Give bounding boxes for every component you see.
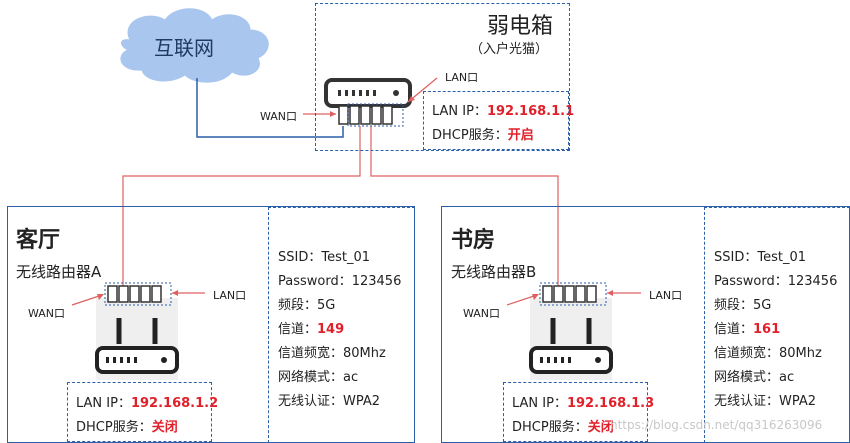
room-a-width: 信道频宽：80Mhz [278, 346, 386, 361]
room-a-mode: 网络模式：ac [278, 370, 359, 385]
room-b-ssid: SSID：Test_01 [714, 250, 806, 265]
modem-lan-ip-label: LAN IP： [432, 104, 487, 119]
router-b-dhcp-label: DHCP服务： [512, 420, 588, 435]
modem-wan-label: WAN口 [260, 110, 298, 123]
room-b-mode: 网络模式：ac [714, 370, 795, 385]
room-a-password: Password：123456 [278, 274, 402, 289]
room-a-channel: 信道：149 [278, 318, 344, 337]
modem-lan-ip: LAN IP：192.168.1.1 [432, 100, 574, 119]
room-b-title: 书房 [451, 228, 496, 253]
room-b-auth: 无线认证：WPA2 [714, 394, 817, 409]
router-b-lan-label: LAN口 [649, 289, 683, 302]
router-b-dhcp: DHCP服务：关闭 [512, 416, 614, 435]
router-b-lan-ip: LAN IP：192.168.1.3 [512, 392, 654, 411]
router-b-label: 无线路由器B [451, 263, 537, 281]
room-a-channel-label: 信道： [278, 322, 318, 337]
router-b-wan-label: WAN口 [463, 307, 501, 320]
room-a-channel-value: 149 [317, 322, 345, 337]
room-b-channel: 信道：161 [714, 318, 780, 337]
router-a-wan-label: WAN口 [28, 307, 66, 320]
room-a-title: 客厅 [16, 228, 61, 253]
room-b-channel-value: 161 [753, 322, 781, 337]
closet-title: 弱电箱 [487, 14, 554, 39]
room-b-width: 信道频宽：80Mhz [714, 346, 822, 361]
modem-dhcp-value: 开启 [507, 128, 534, 143]
modem-dhcp-label: DHCP服务： [432, 128, 508, 143]
router-a-dhcp-value: 关闭 [151, 420, 178, 435]
modem-lan-label: LAN口 [445, 71, 479, 84]
router-a-lan-ip: LAN IP：192.168.1.2 [76, 392, 218, 411]
router-a-lan-ip-value: 192.168.1.2 [130, 396, 219, 411]
room-a-ssid: SSID：Test_01 [278, 250, 370, 265]
room-b-channel-label: 信道： [714, 322, 754, 337]
router-a-dhcp: DHCP服务：关闭 [76, 416, 178, 435]
modem-dhcp: DHCP服务：开启 [432, 124, 534, 143]
router-a-lan-ip-label: LAN IP： [76, 396, 131, 411]
router-b-lan-ip-label: LAN IP： [512, 396, 567, 411]
room-a-band: 频段：5G [278, 298, 336, 313]
watermark: https://blog.csdn.net/qq316263096 [610, 418, 823, 432]
router-a-label: 无线路由器A [16, 263, 102, 281]
room-a-auth: 无线认证：WPA2 [278, 394, 381, 409]
router-a-lan-label: LAN口 [213, 289, 247, 302]
internet-label: 互联网 [154, 36, 214, 60]
closet-subtitle: （入户光猫） [470, 42, 549, 57]
modem-lan-ip-value: 192.168.1.1 [486, 104, 575, 119]
room-b-password: Password：123456 [714, 274, 838, 289]
router-a-dhcp-label: DHCP服务： [76, 420, 152, 435]
room-b-band: 频段：5G [714, 298, 772, 313]
router-b-lan-ip-value: 192.168.1.3 [566, 396, 655, 411]
